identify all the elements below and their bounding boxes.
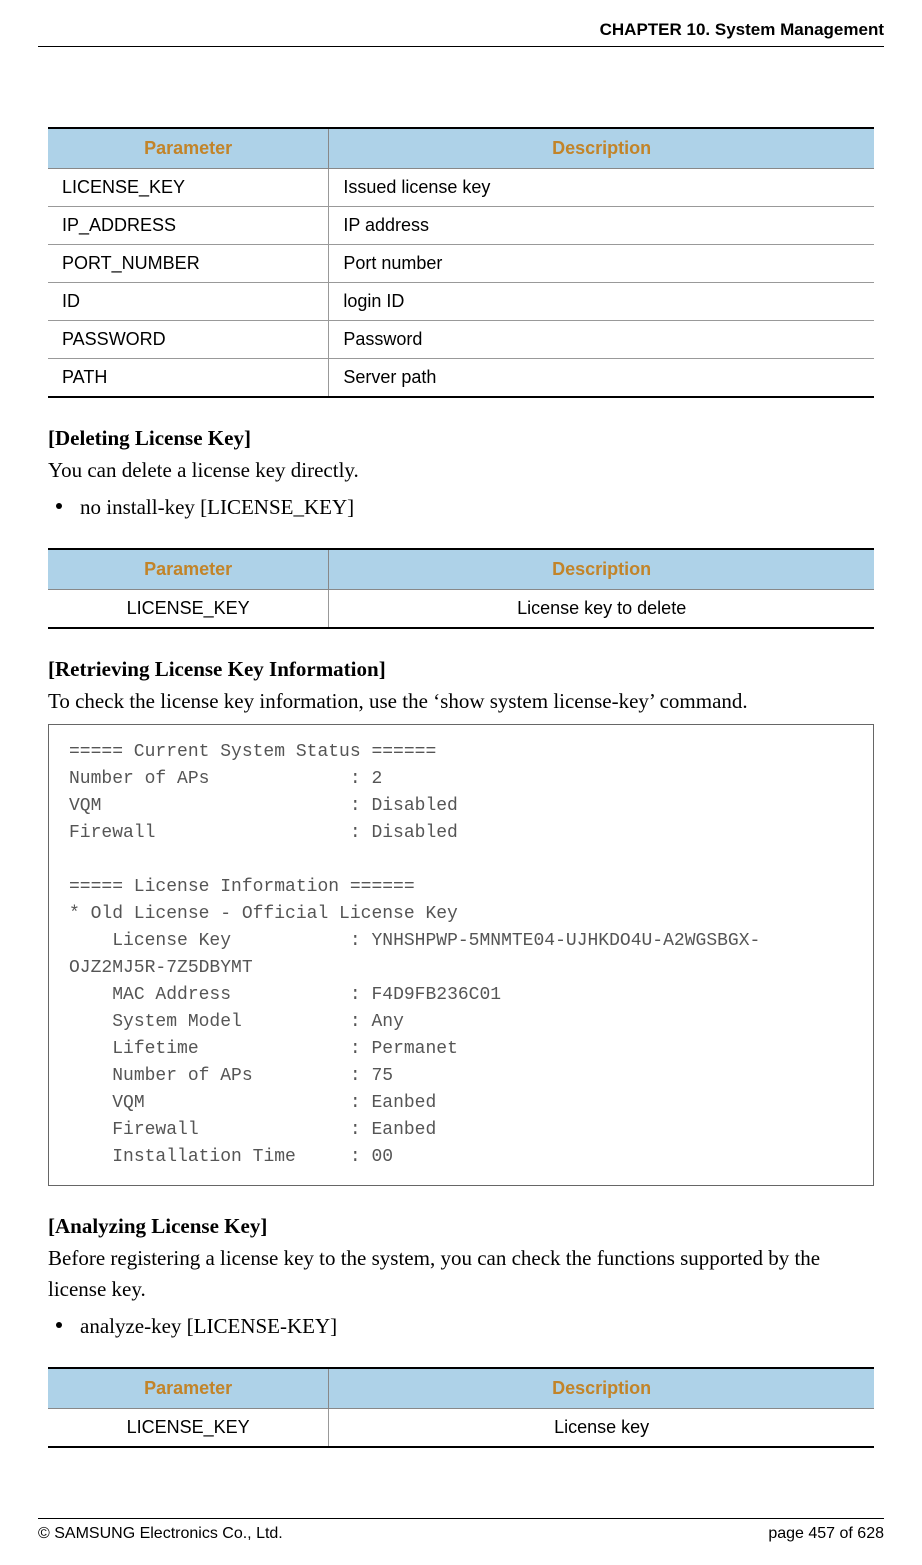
- table-row: IP_ADDRESSIP address: [48, 207, 874, 245]
- table-header-description: Description: [329, 549, 874, 590]
- section-heading-analyze: [Analyzing License Key]: [48, 1214, 874, 1239]
- section-heading-delete: [Deleting License Key]: [48, 426, 874, 451]
- bullet-analyze: analyze-key [LICENSE-KEY]: [80, 1310, 874, 1344]
- table-parameters-3: Parameter Description LICENSE_KEYLicense…: [48, 1367, 874, 1448]
- section-heading-retrieve: [Retrieving License Key Information]: [48, 657, 874, 682]
- table-parameters-1: Parameter Description LICENSE_KEYIssued …: [48, 127, 874, 398]
- table-header-parameter: Parameter: [48, 549, 329, 590]
- table-row: LICENSE_KEYLicense key to delete: [48, 590, 874, 629]
- body-text-analyze: Before registering a license key to the …: [48, 1243, 874, 1306]
- chapter-header: CHAPTER 10. System Management: [38, 20, 884, 47]
- table-row: IDlogin ID: [48, 283, 874, 321]
- body-text-delete: You can delete a license key directly.: [48, 455, 874, 487]
- code-block-license-output: ===== Current System Status ====== Numbe…: [48, 724, 874, 1186]
- table-parameters-2: Parameter Description LICENSE_KEYLicense…: [48, 548, 874, 629]
- table-header-description: Description: [329, 1368, 874, 1409]
- footer-page-number: page 457 of 628: [768, 1525, 884, 1543]
- table-header-parameter: Parameter: [48, 1368, 329, 1409]
- table-row: LICENSE_KEYLicense key: [48, 1409, 874, 1448]
- page-footer: © SAMSUNG Electronics Co., Ltd. page 457…: [38, 1518, 884, 1543]
- table-row: PATHServer path: [48, 359, 874, 398]
- table-row: LICENSE_KEYIssued license key: [48, 169, 874, 207]
- table-header-parameter: Parameter: [48, 128, 329, 169]
- footer-copyright: © SAMSUNG Electronics Co., Ltd.: [38, 1525, 283, 1543]
- table-row: PASSWORDPassword: [48, 321, 874, 359]
- body-text-retrieve: To check the license key information, us…: [48, 686, 874, 718]
- table-header-description: Description: [329, 128, 874, 169]
- table-row: PORT_NUMBERPort number: [48, 245, 874, 283]
- bullet-delete: no install-key [LICENSE_KEY]: [80, 491, 874, 525]
